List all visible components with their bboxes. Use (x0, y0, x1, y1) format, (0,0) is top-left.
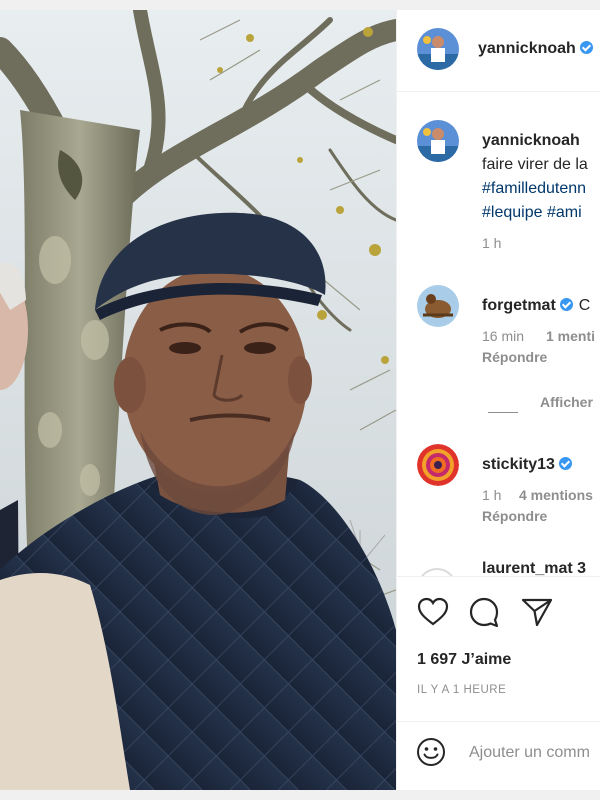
comment-avatar-image (417, 444, 459, 486)
caption-time[interactable]: 1 h (482, 235, 501, 251)
comment-username[interactable]: stickity13 (482, 456, 572, 474)
comment-mentions[interactable]: 4 mentions (519, 487, 593, 503)
reply-button[interactable]: Répondre (482, 349, 547, 365)
comment-username-text[interactable]: forgetmat (482, 297, 556, 314)
caption-text: faire virer de la (482, 156, 588, 173)
caption-hashtags-line2[interactable]: #lequipe #ami (482, 204, 582, 222)
reply-button[interactable]: Répondre (482, 508, 547, 524)
emoji-icon[interactable] (416, 737, 446, 767)
share-icon[interactable] (521, 597, 553, 627)
comment-time[interactable]: 1 h (482, 487, 501, 503)
header-username[interactable]: yannicknoah (478, 40, 593, 58)
comment-username-text[interactable]: stickity13 (482, 456, 555, 473)
comment-time[interactable]: 16 min (482, 328, 524, 344)
heart-icon[interactable] (417, 597, 449, 627)
post-timestamp[interactable]: IL Y A 1 HEURE (417, 684, 506, 696)
comment-avatar-image (417, 285, 459, 327)
verified-icon (559, 298, 573, 311)
add-comment-input[interactable]: Ajouter un comm (469, 744, 590, 762)
verified-icon (579, 41, 593, 54)
comment-box-divider (397, 721, 600, 722)
post-side-panel: yannicknoah yannicknoah faire virer de l… (397, 10, 600, 790)
caption-author-avatar-image (417, 120, 459, 162)
verified-icon (558, 457, 572, 470)
likes-count[interactable]: 1 697 J’aime (417, 651, 511, 669)
comment-avatar[interactable] (417, 444, 459, 486)
header-divider (397, 91, 600, 92)
replies-divider (488, 412, 518, 413)
comment-username[interactable]: forgetmat C (482, 297, 590, 315)
author-avatar-image (417, 28, 459, 70)
header-username-text[interactable]: yannicknoah (478, 40, 576, 57)
comment-text: C (578, 297, 591, 314)
caption-username[interactable]: yannicknoah (482, 132, 580, 150)
post-photo-art (0, 10, 396, 790)
caption-author-avatar[interactable] (417, 120, 459, 162)
comment-icon[interactable] (468, 596, 500, 628)
view-replies-button[interactable]: Afficher (540, 394, 593, 410)
post-photo[interactable] (0, 10, 396, 790)
comment-avatar[interactable] (417, 285, 459, 327)
caption-hashtags-line1[interactable]: #familledutenn (482, 180, 586, 198)
comment-mentions[interactable]: 1 menti (546, 328, 595, 344)
author-avatar[interactable] (417, 28, 459, 70)
